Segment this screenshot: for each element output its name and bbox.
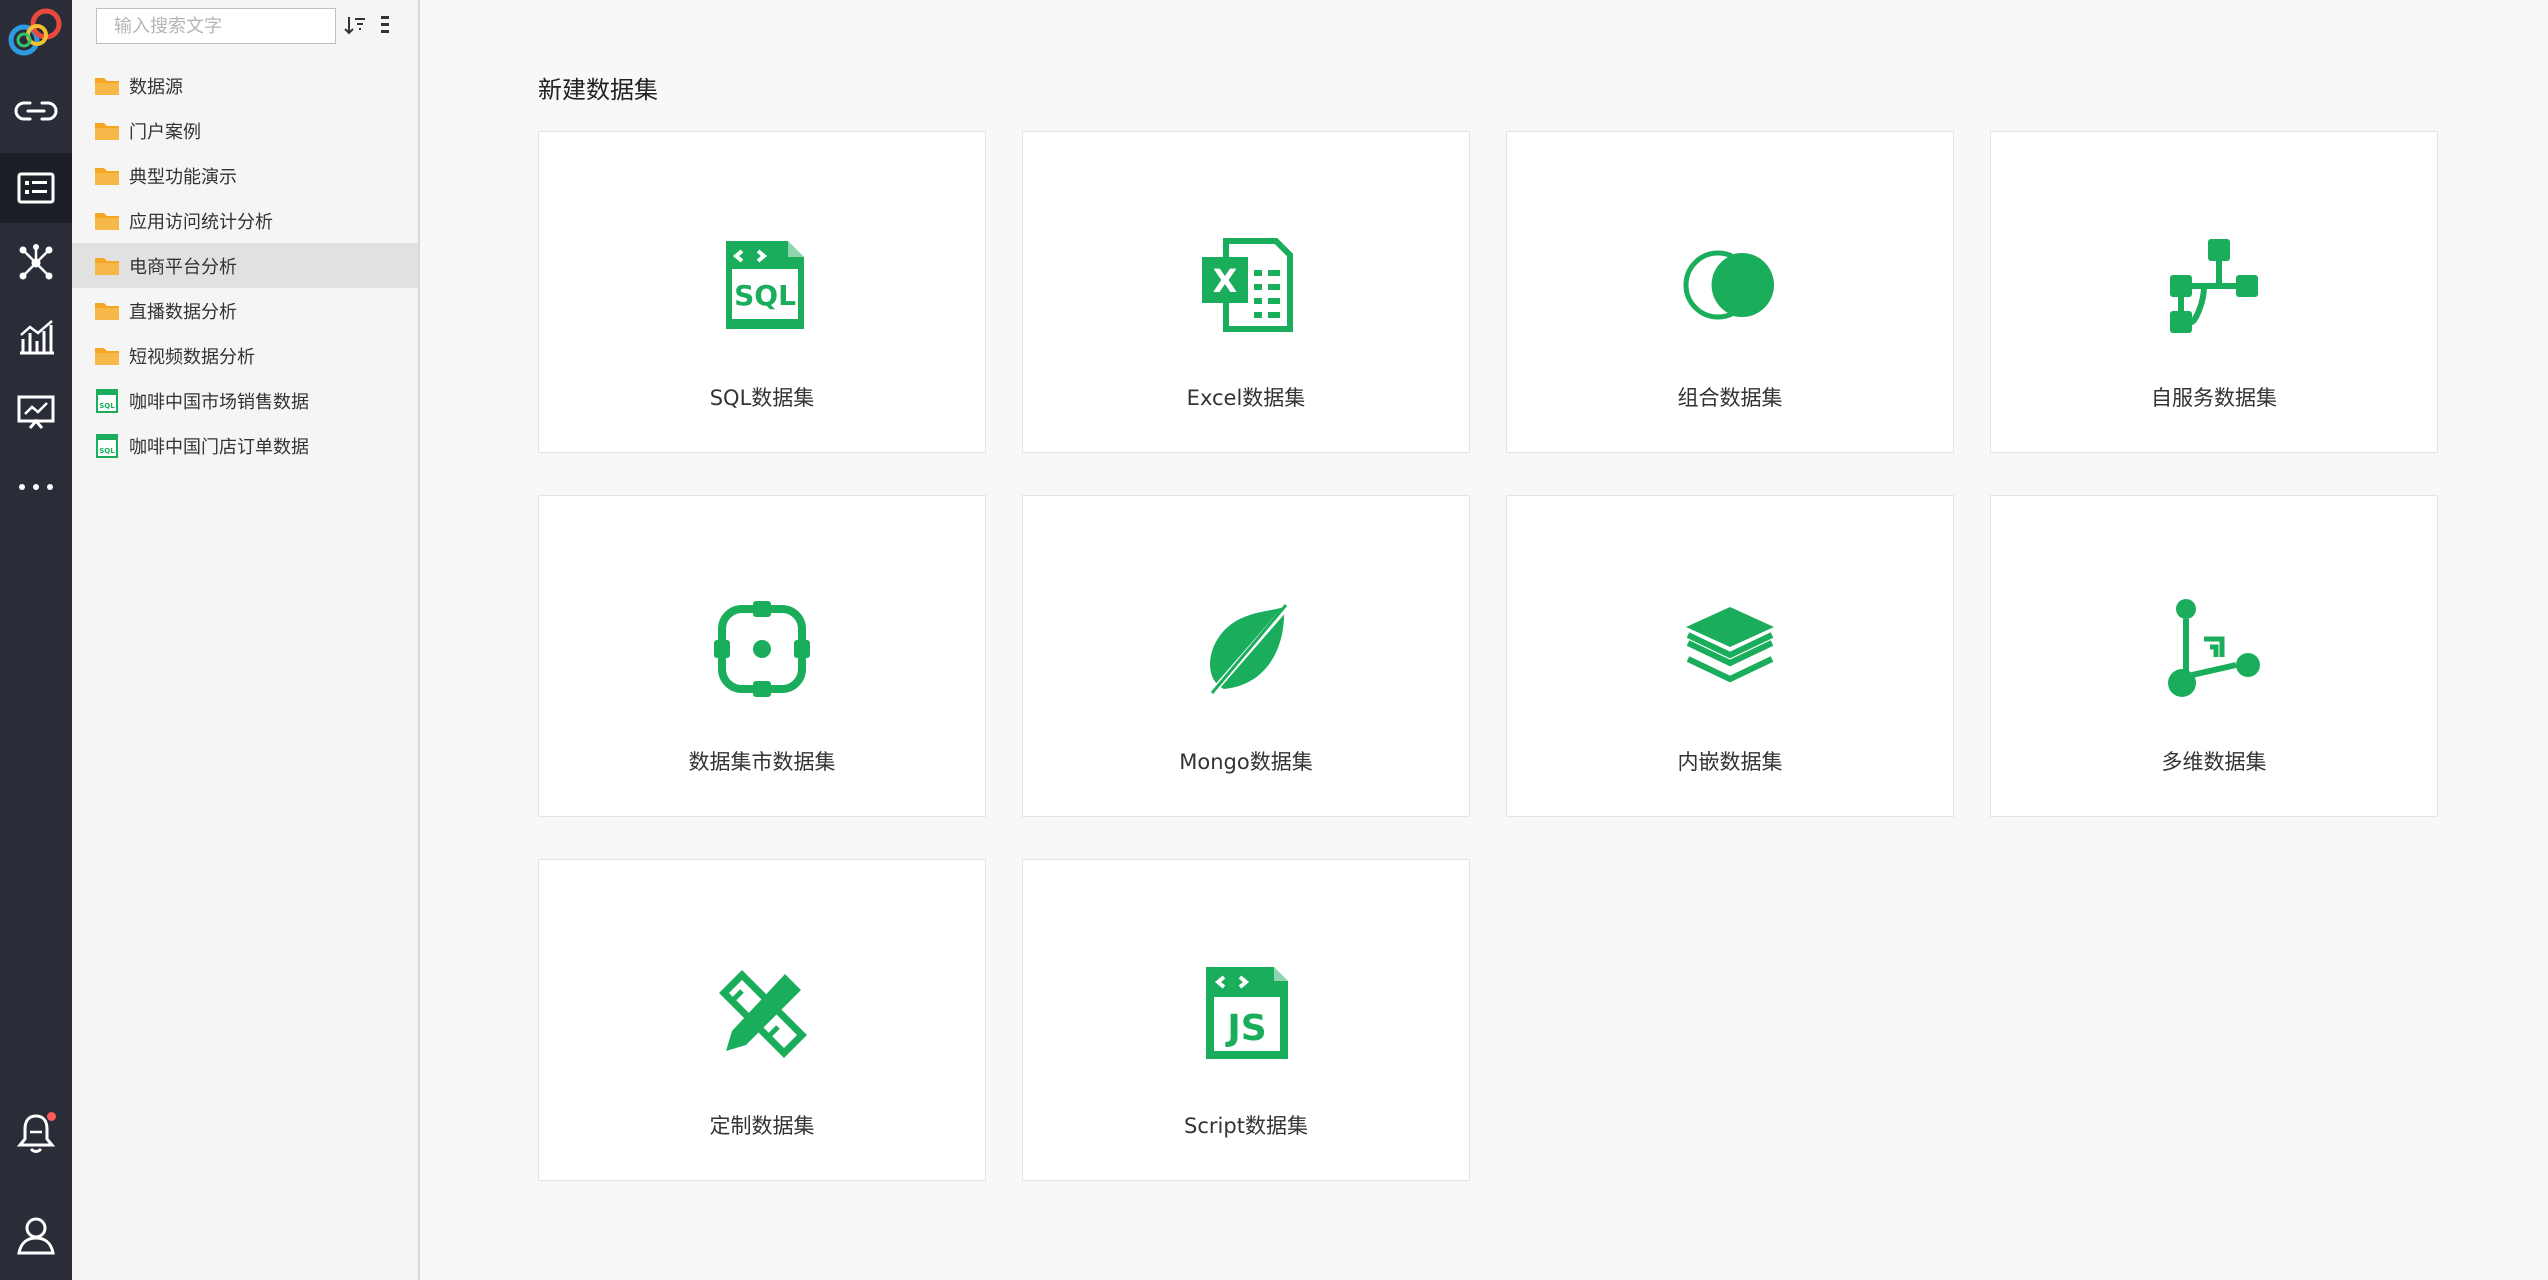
sql-dataset-icon: SQL xyxy=(96,388,118,413)
tree-menu-button[interactable] xyxy=(372,12,398,38)
tree-item-label: 电商平台分析 xyxy=(129,256,237,278)
svg-text:SQL: SQL xyxy=(99,402,115,410)
cube-nodes-icon xyxy=(2168,599,2260,697)
folder-icon xyxy=(95,77,119,95)
link-icon xyxy=(14,101,58,121)
rail-item-dashboard[interactable] xyxy=(0,377,72,447)
tree-item-label: 门户案例 xyxy=(129,121,201,143)
dataset-type-label: SQL数据集 xyxy=(709,386,815,410)
folder-icon xyxy=(95,302,119,320)
tree-item-label: 数据源 xyxy=(129,76,183,98)
folder-icon xyxy=(95,167,119,185)
dataset-type-card[interactable]: SQL SQL数据集 xyxy=(538,131,986,453)
tree-search-input[interactable] xyxy=(112,10,341,42)
tree-search-box[interactable] xyxy=(96,8,341,44)
svg-text:JS: JS xyxy=(1224,1008,1266,1049)
tree-item[interactable]: 应用访问统计分析 xyxy=(72,198,418,243)
tree-item-label: 咖啡中国市场销售数据 xyxy=(129,391,309,413)
js-file-icon: JS xyxy=(1206,967,1288,1059)
folder-icon xyxy=(95,212,119,230)
rail-item-connect[interactable] xyxy=(0,76,72,146)
combine-circles-icon xyxy=(1683,250,1774,320)
folder-icon xyxy=(95,122,119,140)
tree-item[interactable]: SQL 咖啡中国市场销售数据 xyxy=(72,378,418,423)
notification-badge xyxy=(47,1112,56,1121)
dataset-list-icon xyxy=(17,172,55,204)
svg-text:SQL: SQL xyxy=(99,447,115,455)
svg-text:X: X xyxy=(1213,262,1238,300)
svg-text:SQL: SQL xyxy=(734,279,796,312)
page-title: 新建数据集 xyxy=(538,76,658,104)
rail-item-notify[interactable] xyxy=(0,1098,72,1168)
tree-item-label: 应用访问统计分析 xyxy=(129,211,273,233)
more-dots-icon xyxy=(19,484,53,490)
tree-item[interactable]: 数据源 xyxy=(72,63,418,108)
dataset-type-card[interactable]: 自服务数据集 xyxy=(1990,131,2438,453)
vertical-menu-icon xyxy=(381,16,389,33)
tree-item[interactable]: 短视频数据分析 xyxy=(72,333,418,378)
dataset-type-label: 多维数据集 xyxy=(2161,750,2267,774)
sql-file-icon: SQL xyxy=(726,241,804,329)
rail-item-dataset[interactable] xyxy=(0,153,72,223)
tree-item[interactable]: 直播数据分析 xyxy=(72,288,418,333)
tree-item[interactable]: 门户案例 xyxy=(72,108,418,153)
dataset-type-card[interactable]: 数据集市数据集 xyxy=(538,495,986,817)
flow-tree-icon xyxy=(2170,239,2258,333)
app-logo-icon[interactable] xyxy=(2,2,66,62)
layers-icon xyxy=(1686,607,1774,683)
dataset-type-label: 定制数据集 xyxy=(709,1114,815,1138)
sort-filter-icon xyxy=(344,17,365,35)
dataset-type-label: Excel数据集 xyxy=(1186,386,1306,410)
dataset-type-card[interactable]: 多维数据集 xyxy=(1990,495,2438,817)
dataset-type-label: 自服务数据集 xyxy=(2151,386,2277,410)
dataset-type-card[interactable]: X Excel数据集 xyxy=(1022,131,1470,453)
tree-item[interactable]: SQL 咖啡中国门店订单数据 xyxy=(72,423,418,468)
tree-item[interactable]: 电商平台分析 xyxy=(72,243,418,288)
leaf-icon xyxy=(1207,601,1293,697)
chart-icon xyxy=(20,320,54,355)
dataset-type-label: Mongo数据集 xyxy=(1179,750,1313,774)
dataset-type-card[interactable]: 组合数据集 xyxy=(1506,131,1954,453)
tree-filter-button[interactable] xyxy=(342,12,368,38)
dataset-type-label: 数据集市数据集 xyxy=(688,750,836,774)
tree-item[interactable]: 典型功能演示 xyxy=(72,153,418,198)
user-icon xyxy=(17,1217,55,1255)
tree-item-label: 短视频数据分析 xyxy=(129,346,255,368)
nav-rail xyxy=(0,0,72,1280)
rail-item-analysis[interactable] xyxy=(0,302,72,372)
rail-item-more[interactable] xyxy=(0,452,72,522)
pencil-ruler-icon xyxy=(719,970,807,1058)
tree-item-label: 典型功能演示 xyxy=(129,166,237,188)
dataset-type-card[interactable]: JS Script数据集 xyxy=(1022,859,1470,1181)
dataset-type-card[interactable]: 定制数据集 xyxy=(538,859,986,1181)
excel-file-icon: X xyxy=(1202,238,1293,332)
network-icon xyxy=(19,244,53,280)
tree-item-label: 直播数据分析 xyxy=(129,301,237,323)
sql-dataset-icon: SQL xyxy=(96,433,118,458)
presentation-icon xyxy=(17,395,55,429)
dataset-type-card[interactable]: 内嵌数据集 xyxy=(1506,495,1954,817)
dataset-type-card[interactable]: Mongo数据集 xyxy=(1022,495,1470,817)
target-node-icon xyxy=(714,601,810,697)
dataset-type-label: 内嵌数据集 xyxy=(1677,750,1783,774)
rail-item-user[interactable] xyxy=(0,1200,72,1270)
folder-icon xyxy=(95,257,119,275)
rail-item-model[interactable] xyxy=(0,228,72,298)
dataset-type-label: 组合数据集 xyxy=(1677,386,1783,410)
tree-list: 数据源 门户案例 典型功能演示 应用访问统计分析 电商平台分析 直播数据分析 短… xyxy=(72,63,418,468)
tree-item-label: 咖啡中国门店订单数据 xyxy=(129,436,309,458)
resource-tree-panel: 数据源 门户案例 典型功能演示 应用访问统计分析 电商平台分析 直播数据分析 短… xyxy=(72,0,420,1280)
dataset-type-label: Script数据集 xyxy=(1184,1114,1308,1138)
folder-icon xyxy=(95,347,119,365)
